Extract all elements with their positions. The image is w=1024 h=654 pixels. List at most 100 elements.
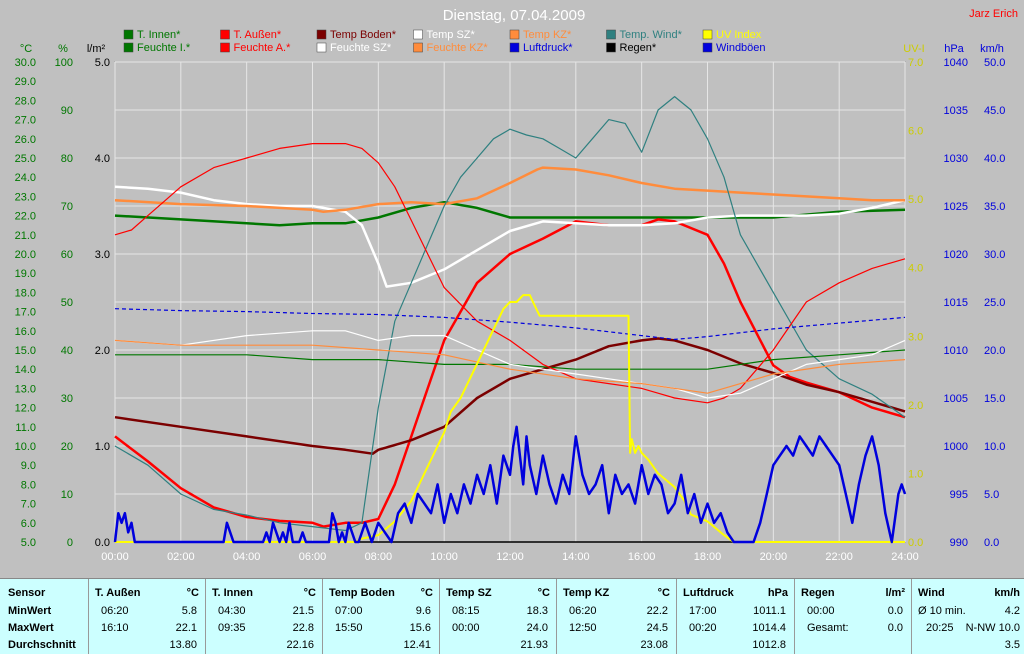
stats-col-title: Temp Boden xyxy=(329,587,395,599)
stats-max-time: 09:35 xyxy=(218,622,246,634)
axis-tick-time: 24:00 xyxy=(891,551,919,563)
axis-tick-rain: 5.0 xyxy=(95,57,110,69)
stats-col-title: Wind xyxy=(918,587,945,599)
axis-tick-wind: 15.0 xyxy=(984,393,1005,405)
axis-tick-pressure: 1015 xyxy=(944,297,968,309)
weather-chart: Dienstag, 07.04.2009 Jarz Erich T. Innen… xyxy=(15,7,1018,563)
axis-tick-time: 08:00 xyxy=(365,551,393,563)
axis-tick-time: 10:00 xyxy=(430,551,458,563)
stats-avg-value: 13.80 xyxy=(169,639,197,651)
stats-col-unit: °C xyxy=(186,587,199,599)
axis-tick-temp: 29.0 xyxy=(15,76,36,88)
axis-tick-time: 12:00 xyxy=(496,551,524,563)
stats-min-value: 21.5 xyxy=(292,605,314,617)
axis-tick-pressure: 1040 xyxy=(944,57,968,69)
stats-avg-label: Durchschnitt xyxy=(8,639,76,651)
axis-tick-uv: 4.0 xyxy=(908,263,923,275)
legend-swatch xyxy=(509,29,520,40)
axis-tick-time: 20:00 xyxy=(760,551,788,563)
axis-tick-humidity: 20 xyxy=(61,441,73,453)
stats-col-labels: Sensor MinWert MaxWert Durchschnitt xyxy=(0,579,89,654)
axis-tick-pressure: 990 xyxy=(950,537,968,549)
axis-tick-temp: 22.0 xyxy=(15,211,36,223)
axis-tick-rain: 0.0 xyxy=(95,537,110,549)
axis-tick-time: 06:00 xyxy=(299,551,327,563)
stats-avg-value: 1012.8 xyxy=(752,639,786,651)
axis-tick-temp: 7.0 xyxy=(21,499,36,511)
axis-tick-uv: 0.0 xyxy=(908,537,923,549)
stats-min-time: 17:00 xyxy=(689,605,717,617)
legend: T. Innen* T. Außen* Temp Boden* Temp SZ* Tem… xyxy=(123,29,766,54)
axis-tick-time: 04:00 xyxy=(233,551,261,563)
axis-unit-wind: km/h xyxy=(980,43,1004,55)
legend-swatch xyxy=(702,42,713,53)
axis-tick-pressure: 995 xyxy=(950,489,968,501)
legend-label: UV Index xyxy=(716,29,762,41)
legend-label: Temp Boden* xyxy=(330,29,397,41)
stats-avg-value: 21.93 xyxy=(520,639,548,651)
stats-max-time: 15:50 xyxy=(335,622,363,634)
axis-tick-time: 18:00 xyxy=(694,551,722,563)
axis-tick-temp: 13.0 xyxy=(15,383,36,395)
stats-avg10-label: Ø 10 min. xyxy=(918,605,966,617)
stats-avg-value: 23.08 xyxy=(640,639,668,651)
stats-col-unit: l/m² xyxy=(885,587,905,599)
axis-unit-pressure: hPa xyxy=(944,43,964,55)
legend-label: T. Außen* xyxy=(234,29,282,41)
legend-swatch xyxy=(606,42,616,53)
legend-swatch xyxy=(123,29,134,40)
legend-label: Feuchte SZ* xyxy=(330,42,392,54)
stats-min-value: 1011.1 xyxy=(753,605,786,617)
axis-tick-wind: 0.0 xyxy=(984,537,999,549)
stats-total-label: Gesamt: xyxy=(807,622,849,634)
legend-swatch xyxy=(316,42,327,53)
stats-max-value: 24.0 xyxy=(526,622,548,634)
axis-tick-time: 02:00 xyxy=(167,551,195,563)
chart-title: Dienstag, 07.04.2009 xyxy=(443,7,586,24)
stats-max-value: 22.1 xyxy=(175,622,197,634)
axis-tick-temp: 27.0 xyxy=(15,115,36,127)
axis-tick-temp: 5.0 xyxy=(21,537,36,549)
legend-swatch xyxy=(220,29,230,40)
stats-col-unit: hPa xyxy=(767,587,788,599)
axis-tick-rain: 1.0 xyxy=(95,441,110,453)
stats-max-label: MaxWert xyxy=(8,622,54,634)
axis-tick-temp: 17.0 xyxy=(15,307,36,319)
axis-tick-uv: 7.0 xyxy=(908,57,923,69)
stats-min-time: 06:20 xyxy=(569,605,597,617)
axis-tick-pressure: 1010 xyxy=(944,345,968,357)
axis-tick-time: 00:00 xyxy=(101,551,129,563)
axis-tick-wind: 10.0 xyxy=(984,441,1005,453)
stats-min-value: 9.6 xyxy=(415,605,431,617)
stats-min-label: MinWert xyxy=(8,605,52,617)
stats-avg-value: 12.41 xyxy=(403,639,431,651)
axis-tick-humidity: 0 xyxy=(67,537,73,549)
stats-max-value: N-NW 10.0 xyxy=(965,622,1020,634)
axis-tick-humidity: 80 xyxy=(61,153,73,165)
stats-max-time: 00:20 xyxy=(689,622,717,634)
stats-min-value: 0.0 xyxy=(887,605,903,617)
axis-tick-temp: 15.0 xyxy=(15,345,36,357)
axis-tick-humidity: 90 xyxy=(61,105,73,117)
axis-tick-pressure: 1020 xyxy=(944,249,968,261)
stats-min-value: 22.2 xyxy=(646,605,668,617)
stats-col-wind: Wind km/h Ø 10 min. 4.2 20:25 N-NW 10.0 … xyxy=(912,579,1024,654)
stats-col-unit: °C xyxy=(537,587,550,599)
axis-tick-humidity: 100 xyxy=(55,57,73,69)
axis-tick-wind: 20.0 xyxy=(984,345,1005,357)
legend-swatch xyxy=(220,42,230,53)
stats-max-time: 00:00 xyxy=(452,622,480,634)
stats-min-time: 07:00 xyxy=(335,605,363,617)
legend-swatch xyxy=(316,29,327,40)
axis-tick-uv: 1.0 xyxy=(908,468,923,480)
stats-col-temp-sz: Temp SZ °C 08:15 18.3 00:00 24.0 21.93 xyxy=(440,579,557,654)
axis-tick-rain: 4.0 xyxy=(95,153,110,165)
stats-max-time: 20:25 xyxy=(926,622,954,634)
axis-tick-temp: 14.0 xyxy=(15,364,36,376)
stats-min-time: 08:15 xyxy=(452,605,480,617)
legend-swatch xyxy=(702,29,713,40)
stats-max-value: 24.5 xyxy=(646,622,668,634)
axis-tick-uv: 3.0 xyxy=(908,331,923,343)
axis-tick-temp: 25.0 xyxy=(15,153,36,165)
axis-tick-wind: 25.0 xyxy=(984,297,1005,309)
